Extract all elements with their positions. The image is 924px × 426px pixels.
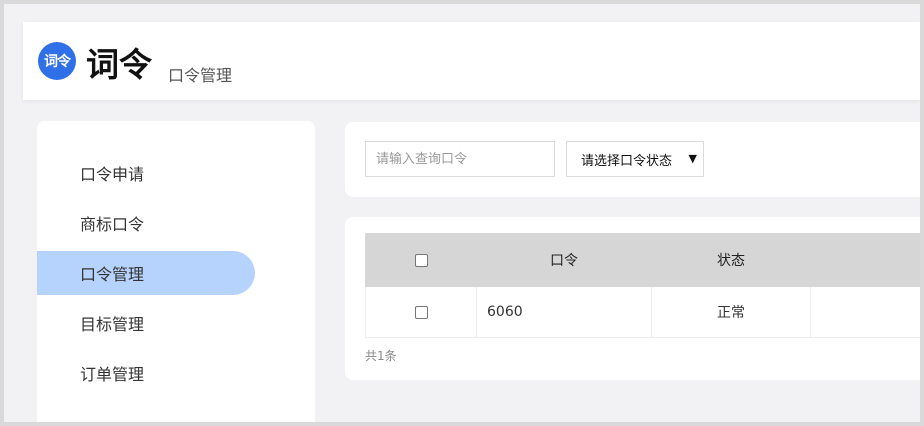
sidebar-item-label: 口令申请 bbox=[80, 165, 145, 184]
row-select-cell bbox=[365, 286, 477, 338]
sidebar: 口令申请 商标口令 口令管理 目标管理 订单管理 bbox=[37, 121, 315, 422]
chevron-down-icon: ▼ bbox=[688, 152, 697, 165]
status-cell: 正常 bbox=[651, 286, 811, 338]
page-subtitle: 口令管理 bbox=[168, 66, 233, 85]
row-checkbox[interactable] bbox=[414, 305, 428, 319]
select-all-header bbox=[365, 233, 477, 287]
status-select-value: 请选择口令状态 bbox=[581, 153, 673, 169]
select-all-checkbox[interactable] bbox=[414, 253, 428, 267]
sidebar-item-trademark[interactable]: 商标口令 bbox=[37, 201, 255, 245]
logo: 词令 bbox=[38, 42, 76, 80]
sidebar-item-target-manage[interactable]: 目标管理 bbox=[37, 301, 255, 345]
sidebar-item-label: 商标口令 bbox=[80, 215, 145, 234]
extra-cell bbox=[810, 286, 920, 338]
search-input[interactable] bbox=[365, 141, 555, 177]
keyword-cell: 6060 bbox=[476, 286, 652, 338]
app-frame: 词令 词令 口令管理 口令申请 商标口令 口令管理 目标管理 订单管理 请选择口… bbox=[4, 4, 920, 422]
app-header: 词令 词令 口令管理 bbox=[23, 22, 920, 100]
brand-title: 词令 bbox=[86, 45, 152, 84]
table-header-row: 口令 状态 bbox=[365, 233, 920, 287]
filter-panel: 请选择口令状态 ▼ bbox=[345, 122, 920, 197]
column-header-extra bbox=[810, 233, 920, 287]
sidebar-item-order-manage[interactable]: 订单管理 bbox=[37, 351, 255, 395]
column-header-keyword: 口令 bbox=[476, 233, 652, 287]
sidebar-item-apply[interactable]: 口令申请 bbox=[37, 151, 255, 195]
column-header-status: 状态 bbox=[651, 233, 811, 287]
status-select[interactable]: 请选择口令状态 ▼ bbox=[566, 141, 704, 177]
sidebar-item-keyword-manage[interactable]: 口令管理 bbox=[37, 251, 255, 295]
sidebar-item-label: 口令管理 bbox=[80, 265, 145, 284]
keyword-table: 口令 状态 6060 正常 bbox=[365, 233, 920, 338]
table-row: 6060 正常 bbox=[365, 286, 920, 338]
sidebar-item-label: 目标管理 bbox=[80, 315, 145, 334]
table-panel: 口令 状态 6060 正常 共1条 bbox=[345, 217, 920, 380]
sidebar-item-label: 订单管理 bbox=[80, 365, 145, 384]
total-count: 共1条 bbox=[365, 349, 397, 363]
